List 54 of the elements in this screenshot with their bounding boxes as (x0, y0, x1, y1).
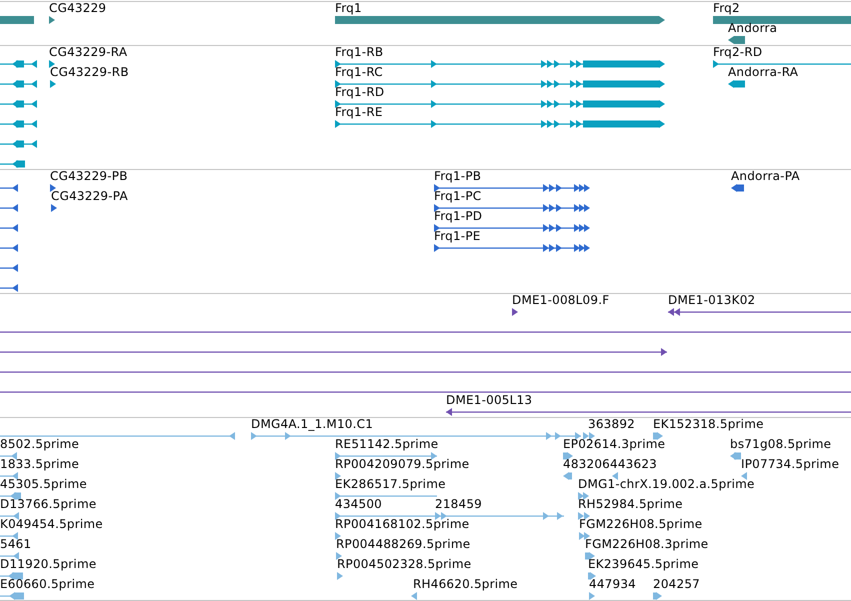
feature-label: RP004488269.5prime (336, 538, 470, 551)
feature-label: RP004209079.5prime (335, 458, 470, 471)
feature-label: Andorra (728, 22, 778, 35)
feature-label: 204257 (653, 578, 700, 591)
feature-label: CG43229 (49, 2, 106, 15)
feature-label: Frq1-PC (434, 190, 482, 203)
feature-label: DME1-008L09.F (512, 294, 610, 307)
feature-label: 1833.5prime (0, 458, 80, 471)
feature-label: EP02614.3prime (563, 438, 666, 451)
feature-label: EK286517.5prime (335, 478, 446, 491)
feature-label: CG43229-PA (51, 190, 128, 203)
feature-label: 5461 (0, 538, 32, 551)
feature-label: 218459 (435, 498, 482, 511)
feature-label: RH46620.5prime (413, 578, 518, 591)
feature-label: Frq1-RD (335, 86, 384, 99)
feature-label: Frq1-RB (335, 46, 384, 59)
feature-label: FGM226H08.3prime (585, 538, 708, 551)
feature-label: DMG1-chrX.19.002.a.5prime (578, 478, 755, 491)
feature-label: RH52984.5prime (578, 498, 683, 511)
feature-label: Frq2 (713, 2, 740, 15)
feature-label: Frq1-PE (434, 230, 481, 243)
feature-label: FGM226H08.5prime (579, 518, 702, 531)
feature-label: 8502.5prime (0, 438, 80, 451)
feature-label: CG43229-PB (50, 170, 128, 183)
feature-label: Frq2-RD (713, 46, 762, 59)
feature-label: RP004502328.5prime (337, 558, 472, 571)
feature-label: Frq1 (335, 2, 362, 15)
feature-label: 483206443623 (563, 458, 658, 471)
feature-label: CG43229-RA (49, 46, 128, 59)
feature-label: 447934 (589, 578, 636, 591)
gene-glyph (0, 15, 34, 25)
feature-label: RP004168102.5prime (335, 518, 470, 531)
feature-label: D11920.5prime (0, 558, 96, 571)
feature-label: D13766.5prime (0, 498, 96, 511)
feature-label: CG43229-RB (50, 66, 129, 79)
feature-label: bs71g08.5prime (730, 438, 832, 451)
feature-label: EK152318.5prime (653, 418, 764, 431)
feature-label: RE51142.5prime (335, 438, 438, 451)
feature-label: DMG4A.1_1.M10.C1 (251, 418, 374, 431)
feature-label: 363892 (588, 418, 636, 431)
feature-label: EK239645.5prime (588, 558, 699, 571)
feature-label: IP07734.5prime (741, 458, 840, 471)
feature-label: Frq1-RC (335, 66, 383, 79)
feature-label: DME1-005L13 (446, 394, 532, 407)
feature-label: Andorra-RA (728, 66, 798, 79)
feature-label: DME1-013K02 (668, 294, 756, 307)
feature-label: E60660.5prime (0, 578, 95, 591)
feature-label: Frq1-PB (434, 170, 482, 183)
feature-label: Andorra-PA (731, 170, 800, 183)
feature-label: 434500 (335, 498, 382, 511)
feature-label: Frq1-PD (434, 210, 482, 223)
feature-label: Frq1-RE (335, 106, 383, 119)
feature-label: 45305.5prime (0, 478, 87, 491)
feature-label: K049454.5prime (0, 518, 103, 531)
